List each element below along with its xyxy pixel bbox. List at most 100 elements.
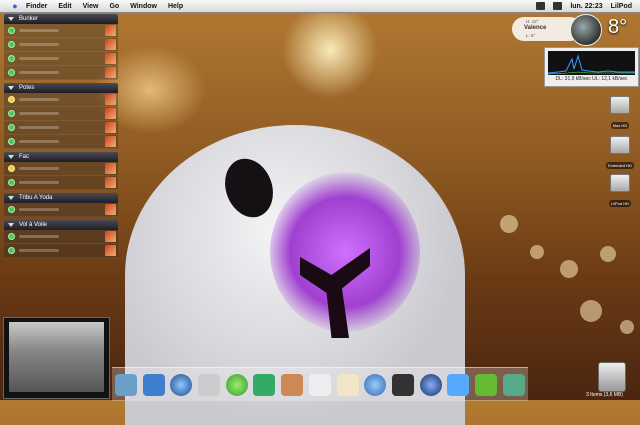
buddy-item[interactable] xyxy=(4,107,118,121)
menu-edit[interactable]: Edit xyxy=(58,3,71,10)
buddy-name xyxy=(19,208,59,211)
photo-thumbnail-widget[interactable] xyxy=(3,317,110,399)
buddy-name xyxy=(19,71,59,74)
frog-icon[interactable] xyxy=(475,373,498,396)
quicktime-icon[interactable] xyxy=(419,373,442,396)
menu-clock[interactable]: lun. 22:23 xyxy=(570,3,602,10)
buddy-name xyxy=(19,98,59,101)
status-icon xyxy=(8,138,15,145)
avatar xyxy=(105,231,116,242)
dashboard-icon[interactable] xyxy=(114,373,137,396)
group-header[interactable]: Vol à Voile xyxy=(4,220,118,230)
buddy-item[interactable] xyxy=(4,135,118,149)
drive-extended-hd[interactable]: Extended HD xyxy=(605,136,635,172)
buddy-item[interactable] xyxy=(4,176,118,190)
bomb-icon[interactable] xyxy=(502,373,525,396)
buddy-item[interactable] xyxy=(4,230,118,244)
buddy-item[interactable] xyxy=(4,244,118,258)
group-header[interactable]: Potes xyxy=(4,83,118,93)
menu-app[interactable]: Finder xyxy=(26,3,47,10)
buddy-item[interactable] xyxy=(4,52,118,66)
buddy-item[interactable] xyxy=(4,203,118,217)
status-icon xyxy=(8,96,15,103)
menu-extras: lun. 22:23 LilPod xyxy=(536,0,632,12)
status-icon xyxy=(8,41,15,48)
menu-view[interactable]: View xyxy=(83,3,99,10)
avatar xyxy=(105,136,116,147)
network-monitor[interactable]: DL: 31,9 kB/sec UL: 12,1 kB/sec xyxy=(544,47,639,87)
group-header[interactable]: Tribu A Yoda xyxy=(4,193,118,203)
group-name: Tribu A Yoda xyxy=(19,195,53,201)
battery-icon[interactable] xyxy=(536,2,546,10)
menu-bar: ● Finder Edit View Go Window Help lun. 2… xyxy=(0,0,640,13)
group-name: Fac xyxy=(19,154,30,160)
hard-drive-icon xyxy=(610,174,630,192)
status-icon xyxy=(8,233,15,240)
avatar xyxy=(105,122,116,133)
buddy-item[interactable] xyxy=(4,66,118,80)
itunes-icon[interactable] xyxy=(225,373,248,396)
hard-drive-icon xyxy=(610,96,630,114)
bokeh-light xyxy=(500,215,518,233)
network-readout: DL: 31,9 kB/sec UL: 12,1 kB/sec xyxy=(555,76,628,82)
buddy-item[interactable] xyxy=(4,24,118,38)
avatar xyxy=(105,39,116,50)
buddy-name xyxy=(19,112,59,115)
volume-icon[interactable] xyxy=(553,2,563,10)
finder-icon[interactable] xyxy=(142,373,165,396)
group-name: Bunker xyxy=(19,16,39,22)
group-header[interactable]: Bunker xyxy=(4,14,118,24)
drive-mac-hd[interactable]: Mac HD xyxy=(605,96,635,132)
buddy-name xyxy=(19,43,59,46)
bokeh-light xyxy=(620,320,634,334)
status-icon xyxy=(8,27,15,34)
buddy-name xyxy=(19,235,59,238)
disclosure-icon[interactable] xyxy=(8,17,14,21)
menu-user[interactable]: LilPod xyxy=(611,3,632,10)
drive-lilpod-hd[interactable]: LilPod HD xyxy=(605,174,635,210)
buddy-item[interactable] xyxy=(4,162,118,176)
status-icon xyxy=(8,165,15,172)
drive-label: Extended HD xyxy=(606,162,634,169)
buddy-item[interactable] xyxy=(4,121,118,135)
avatar xyxy=(105,177,116,188)
weather-temperature: 8° xyxy=(608,16,628,38)
buddy-name xyxy=(19,140,59,143)
buddy-group: Fac xyxy=(4,152,118,190)
buddy-group: Bunker xyxy=(4,14,118,80)
textedit-icon[interactable] xyxy=(336,373,359,396)
menu-help[interactable]: Help xyxy=(168,3,183,10)
buddy-group: Potes xyxy=(4,83,118,149)
network-graph xyxy=(547,51,635,75)
iphoto-icon[interactable] xyxy=(281,373,304,396)
sherlock-icon[interactable] xyxy=(170,373,193,396)
disclosure-icon[interactable] xyxy=(8,86,14,90)
disclosure-icon[interactable] xyxy=(8,196,14,200)
weather-widget[interactable]: H: 12° Valence L: 6° 8° xyxy=(512,14,636,46)
disclosure-icon[interactable] xyxy=(8,223,14,227)
status-icon xyxy=(8,247,15,254)
drive-label: LilPod HD xyxy=(608,200,631,207)
avatar xyxy=(105,53,116,64)
buddy-group: Vol à Voile xyxy=(4,220,118,258)
preview-icon[interactable] xyxy=(308,373,331,396)
group-header[interactable]: Fac xyxy=(4,152,118,162)
menu-go[interactable]: Go xyxy=(109,3,119,10)
buddy-name xyxy=(19,126,59,129)
disclosure-icon[interactable] xyxy=(8,155,14,159)
trash-icon[interactable] xyxy=(598,362,626,392)
menu-window[interactable]: Window xyxy=(130,3,157,10)
buddy-item[interactable] xyxy=(4,93,118,107)
buddy-group: Tribu A Yoda xyxy=(4,193,118,217)
system-prefs-icon[interactable] xyxy=(198,373,221,396)
apple-menu-icon[interactable]: ● xyxy=(10,1,20,11)
bokeh-light xyxy=(600,246,616,262)
buddy-item[interactable] xyxy=(4,38,118,52)
ical-icon[interactable] xyxy=(447,373,470,396)
drive-label: Mac HD xyxy=(610,122,630,129)
avatar xyxy=(105,245,116,256)
safari-icon[interactable] xyxy=(364,373,387,396)
dock xyxy=(112,367,528,401)
adium-icon[interactable] xyxy=(392,373,415,396)
feather-icon[interactable] xyxy=(253,373,276,396)
